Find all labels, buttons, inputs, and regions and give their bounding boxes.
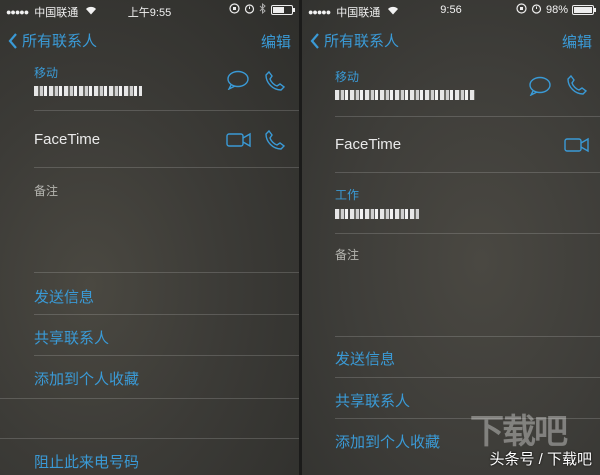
separator bbox=[34, 167, 299, 168]
back-button[interactable]: 所有联系人 bbox=[310, 30, 399, 51]
facetime-audio-icon[interactable] bbox=[264, 129, 286, 156]
chevron-left-icon bbox=[8, 32, 17, 49]
back-label: 所有联系人 bbox=[22, 33, 98, 50]
status-bar: ●●●●● 中国联通 上午9:55 bbox=[0, 0, 299, 20]
facetime-video-icon[interactable] bbox=[564, 136, 590, 159]
add-to-favorites-button[interactable]: 添加到个人收藏 bbox=[34, 368, 139, 389]
alarm-icon bbox=[531, 3, 542, 17]
phone-icon[interactable] bbox=[566, 74, 588, 101]
battery-icon bbox=[271, 5, 295, 15]
separator bbox=[335, 233, 600, 234]
status-bar: ●●●●● 中国联通 9:56 98% bbox=[302, 0, 600, 20]
bluetooth-icon bbox=[259, 2, 267, 17]
alarm-icon bbox=[244, 3, 255, 17]
edit-button[interactable]: 编辑 bbox=[562, 31, 592, 52]
separator bbox=[335, 336, 600, 337]
phone-number-redacted[interactable] bbox=[34, 86, 142, 96]
separator bbox=[335, 377, 600, 378]
back-label: 所有联系人 bbox=[324, 33, 400, 50]
share-contact-button[interactable]: 共享联系人 bbox=[335, 390, 410, 411]
status-right bbox=[229, 2, 295, 17]
battery-percent: 98% bbox=[545, 4, 568, 16]
navigation-bar: 所有联系人 编辑 bbox=[0, 22, 299, 56]
block-caller-button[interactable]: 阻止此来电号码 bbox=[34, 451, 139, 472]
phone-number-redacted[interactable] bbox=[335, 90, 475, 100]
share-contact-button[interactable]: 共享联系人 bbox=[34, 327, 109, 348]
add-to-favorites-button[interactable]: 添加到个人收藏 bbox=[335, 431, 440, 452]
separator bbox=[34, 110, 299, 111]
message-icon[interactable] bbox=[528, 76, 552, 101]
separator bbox=[34, 314, 299, 315]
back-button[interactable]: 所有联系人 bbox=[8, 30, 97, 51]
send-message-button[interactable]: 发送信息 bbox=[335, 348, 395, 369]
orientation-lock-icon bbox=[516, 3, 527, 17]
mobile-label: 移动 bbox=[34, 66, 59, 80]
work-label: 工作 bbox=[335, 188, 360, 202]
phone-icon[interactable] bbox=[264, 70, 286, 97]
mobile-label: 移动 bbox=[335, 70, 360, 84]
status-right: 98% bbox=[516, 3, 596, 17]
watermark-logo: 下载吧 bbox=[470, 413, 568, 451]
edit-button[interactable]: 编辑 bbox=[261, 31, 291, 52]
notes-label: 备注 bbox=[34, 184, 59, 198]
separator bbox=[335, 116, 600, 117]
facetime-video-icon[interactable] bbox=[226, 131, 252, 154]
separator bbox=[34, 272, 299, 273]
separator bbox=[0, 438, 299, 439]
orientation-lock-icon bbox=[229, 3, 240, 17]
message-icon[interactable] bbox=[226, 70, 250, 95]
facetime-label: FaceTime bbox=[34, 131, 101, 148]
left-contact-screen: ●●●●● 中国联通 上午9:55 所有联系人 编辑 移动 FaceTime 备… bbox=[0, 0, 299, 475]
chevron-left-icon bbox=[310, 32, 319, 49]
facetime-label: FaceTime bbox=[335, 136, 402, 153]
separator bbox=[0, 398, 299, 399]
separator bbox=[34, 355, 299, 356]
navigation-bar: 所有联系人 编辑 bbox=[302, 22, 600, 56]
battery-icon bbox=[572, 5, 596, 15]
separator bbox=[335, 172, 600, 173]
send-message-button[interactable]: 发送信息 bbox=[34, 286, 94, 307]
right-contact-screen: ●●●●● 中国联通 9:56 98% 所有联系人 编辑 移动 FaceTime… bbox=[302, 0, 600, 475]
watermark-text: 头条号 / 下载吧 bbox=[489, 451, 592, 468]
work-email-redacted[interactable] bbox=[335, 209, 419, 219]
notes-label: 备注 bbox=[335, 248, 360, 262]
